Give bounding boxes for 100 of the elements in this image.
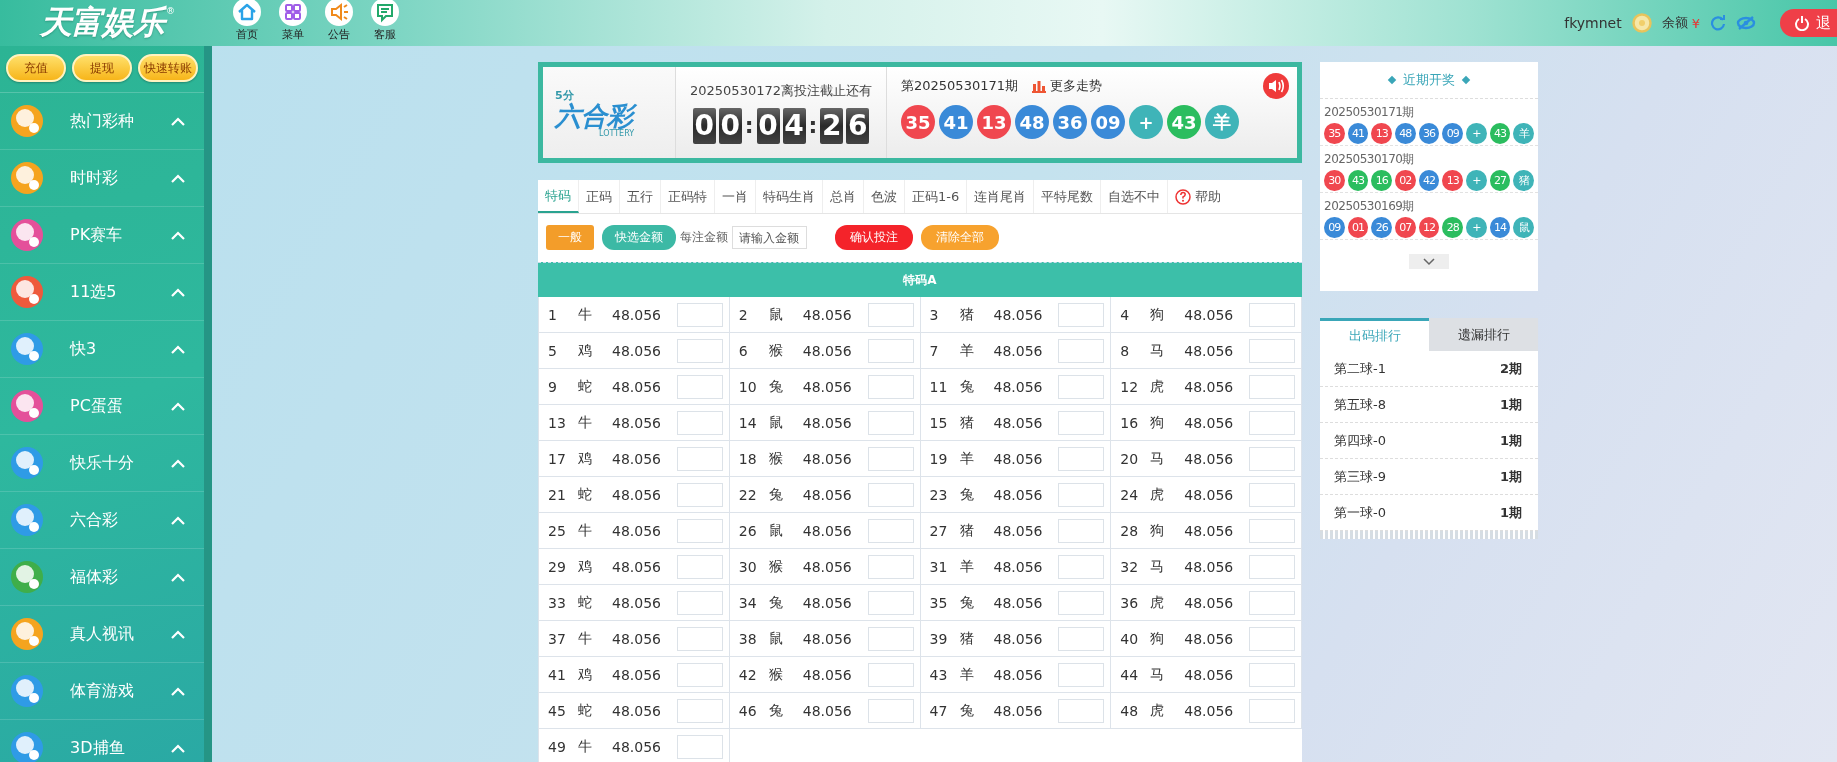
sidebar-item[interactable]: 3D捕鱼 [0, 720, 204, 762]
bet-amount-field[interactable] [867, 554, 914, 579]
number-ball: 羊 [1205, 105, 1239, 139]
help-link[interactable]: 帮助 [1168, 180, 1229, 213]
bet-amount-field[interactable] [867, 482, 914, 507]
bet-amount-field[interactable] [676, 626, 723, 651]
amount-label: 每注金额 [680, 229, 728, 246]
bet-amount-field[interactable] [1249, 698, 1295, 723]
nav-link[interactable]: 客服 [371, 0, 399, 42]
bet-amount-field[interactable] [676, 482, 723, 507]
sidebar-item[interactable]: 真人视讯 [0, 606, 204, 663]
bet-amount-field[interactable] [676, 446, 723, 471]
play-tab[interactable]: 正码 [579, 180, 620, 213]
bet-amount-field[interactable] [1058, 482, 1105, 507]
bet-amount-field[interactable] [1058, 446, 1105, 471]
bet-amount-field[interactable] [1058, 410, 1105, 435]
ranking-count: 1期 [1499, 395, 1522, 414]
bet-amount-field[interactable] [1249, 302, 1295, 327]
play-tab[interactable]: 正码特 [661, 180, 715, 213]
bet-amount-field[interactable] [676, 698, 723, 723]
nav-link[interactable]: 菜单 [279, 0, 307, 42]
bet-amount-field[interactable] [1249, 662, 1295, 687]
bet-amount-field[interactable] [867, 446, 914, 471]
bet-amount-field[interactable] [867, 410, 914, 435]
bet-amount-field[interactable] [676, 734, 723, 759]
bet-amount-field[interactable] [867, 518, 914, 543]
bet-amount-field[interactable] [676, 518, 723, 543]
number-ball: 09 [1324, 217, 1345, 238]
ranking-tab[interactable]: 遗漏排行 [1429, 318, 1538, 351]
expand-button[interactable] [1409, 254, 1449, 269]
confirm-bet-button[interactable]: 确认投注 [835, 225, 913, 250]
bet-amount-field[interactable] [1058, 554, 1105, 579]
play-tab[interactable]: 特码 [538, 180, 579, 213]
logout-button[interactable]: 退 [1780, 9, 1837, 37]
bet-amount-field[interactable] [1058, 374, 1105, 399]
trend-link[interactable]: 更多走势 [1032, 77, 1102, 95]
bet-amount-field[interactable] [1249, 410, 1295, 435]
bet-amount-field[interactable] [867, 698, 914, 723]
zodiac-cell-text: 鸡 [578, 665, 593, 684]
bet-amount-field[interactable] [1249, 590, 1295, 615]
play-tab[interactable]: 特码生肖 [756, 180, 823, 213]
bet-amount-field[interactable] [676, 338, 723, 363]
bet-amount-field[interactable] [676, 410, 723, 435]
number-ball: 16 [1371, 170, 1392, 191]
odds-cell-text: 48.056 [802, 342, 853, 359]
bet-amount-field[interactable] [1249, 554, 1295, 579]
bet-amount-field[interactable] [676, 662, 723, 687]
play-tab[interactable]: 正码1-6 [905, 180, 968, 213]
bet-amount-field[interactable] [1058, 662, 1105, 687]
nav-link[interactable]: 首页 [233, 0, 261, 42]
zodiac-cell-text: 虎 [1150, 377, 1166, 396]
sidebar-item[interactable]: 体育游戏 [0, 663, 204, 720]
play-tab[interactable]: 五行 [620, 180, 661, 213]
number-cell-text: 4 [1120, 306, 1131, 323]
bet-amount-field[interactable] [676, 554, 723, 579]
eye-slash-icon[interactable] [1736, 15, 1756, 31]
play-tab[interactable]: 总肖 [823, 180, 864, 213]
refresh-icon[interactable] [1710, 15, 1726, 31]
bet-amount-field[interactable] [1058, 626, 1105, 651]
bet-amount-field[interactable] [676, 590, 723, 615]
bet-amount-field[interactable] [1249, 446, 1295, 471]
bet-amount-field[interactable] [1249, 518, 1295, 543]
countdown-colon: : [744, 113, 754, 138]
number-ball: 13 [1371, 123, 1392, 144]
play-tab[interactable]: 平特尾数 [1034, 180, 1102, 213]
bet-amount-field[interactable] [1249, 338, 1295, 363]
wallet-button[interactable]: 快速转账 [138, 54, 198, 82]
bet-amount-field[interactable] [1249, 374, 1295, 399]
bet-amount-field[interactable] [867, 626, 914, 651]
bet-amount-field[interactable] [676, 374, 723, 399]
bet-amount-field[interactable] [1249, 482, 1295, 507]
bet-amount-field[interactable] [1058, 698, 1105, 723]
bet-amount-field[interactable] [1058, 518, 1105, 543]
number-ball: 09 [1442, 123, 1464, 144]
number-ball: 36 [1053, 105, 1087, 139]
bet-amount-field[interactable] [867, 302, 914, 327]
play-tab[interactable]: 一肖 [715, 180, 756, 213]
wallet-button[interactable]: 提现 [72, 54, 132, 82]
odds-cell-text: 48.056 [1184, 522, 1235, 539]
number-ball: 35 [1324, 123, 1345, 144]
bet-amount-field[interactable] [1249, 626, 1295, 651]
play-tab[interactable]: 连肖尾肖 [967, 180, 1035, 213]
bet-amount-field[interactable] [1058, 590, 1105, 615]
bet-amount-field[interactable] [1058, 302, 1105, 327]
play-tab[interactable]: 自选不中 [1101, 180, 1169, 213]
number-cell-text: 28 [1120, 522, 1140, 539]
bet-amount-field[interactable] [1058, 338, 1105, 363]
bet-amount-field[interactable] [867, 662, 914, 687]
play-tab[interactable]: 色波 [864, 180, 905, 213]
bet-amount-field[interactable] [867, 590, 914, 615]
number-cell-text: 39 [929, 630, 949, 647]
bet-amount-field[interactable] [676, 302, 723, 327]
nav-link[interactable]: 公告 [325, 0, 353, 42]
odds-cell-text: 48.056 [993, 630, 1044, 647]
bet-amount-field[interactable] [867, 338, 914, 363]
wallet-button[interactable]: 充值 [6, 54, 66, 82]
odds-cell-text: 48.056 [1184, 414, 1235, 431]
amount-field[interactable]: 请输入金额 [732, 226, 807, 249]
speaker-icon[interactable] [1263, 73, 1289, 99]
bet-amount-field[interactable] [867, 374, 914, 399]
